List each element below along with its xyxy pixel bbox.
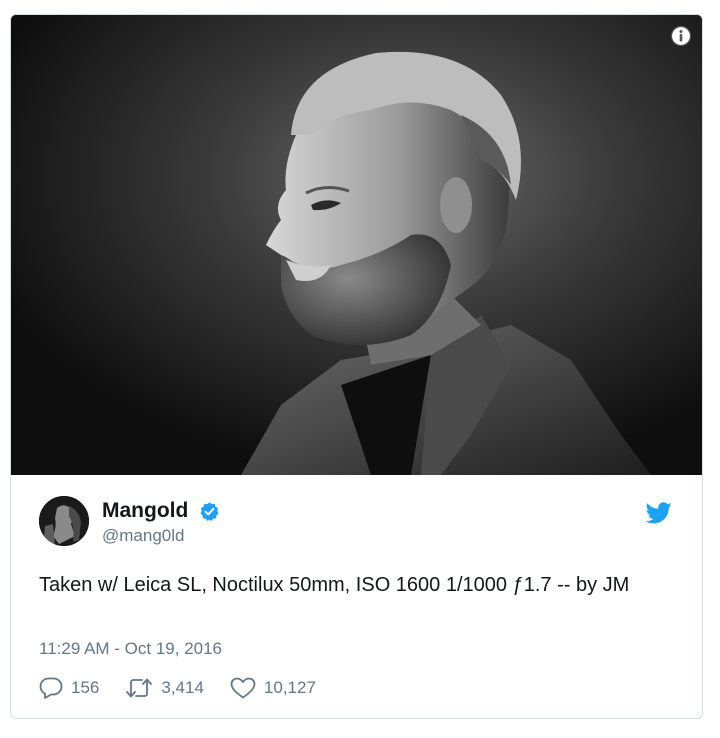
retweet-button[interactable]: 3,414 bbox=[125, 677, 204, 699]
display-name[interactable]: Mangold bbox=[102, 499, 188, 523]
heart-icon bbox=[230, 677, 256, 699]
avatar-image bbox=[39, 496, 89, 546]
reply-bubble-icon bbox=[39, 677, 63, 699]
retweet-count: 3,414 bbox=[161, 678, 204, 697]
portrait-image bbox=[11, 15, 702, 475]
like-count: 10,127 bbox=[263, 678, 316, 697]
tweet-author: Mangold @mang0ld bbox=[39, 496, 682, 552]
reply-button[interactable]: 156 bbox=[39, 677, 99, 699]
retweet-arrows-icon bbox=[126, 678, 153, 698]
verified-badge-icon bbox=[200, 501, 219, 521]
reply-count: 156 bbox=[71, 678, 100, 697]
like-button[interactable]: 10,127 bbox=[230, 677, 316, 699]
tweet-actions: 156 3,414 10,127 bbox=[39, 673, 342, 703]
tweet-card: Mangold @mang0ld Taken w/ Leica SL, Noct… bbox=[10, 14, 703, 719]
author-names: Mangold @mang0ld bbox=[102, 499, 220, 546]
tweet-photo[interactable] bbox=[11, 15, 702, 475]
info-icon[interactable] bbox=[670, 25, 692, 47]
user-handle[interactable]: @mang0ld bbox=[102, 526, 220, 546]
twitter-bird-icon[interactable] bbox=[646, 502, 672, 524]
tweet-timestamp[interactable]: 11:29 AM - Oct 19, 2016 bbox=[39, 639, 222, 659]
tweet-text: Taken w/ Leica SL, Noctilux 50mm, ISO 16… bbox=[39, 574, 630, 596]
avatar[interactable] bbox=[39, 496, 89, 546]
